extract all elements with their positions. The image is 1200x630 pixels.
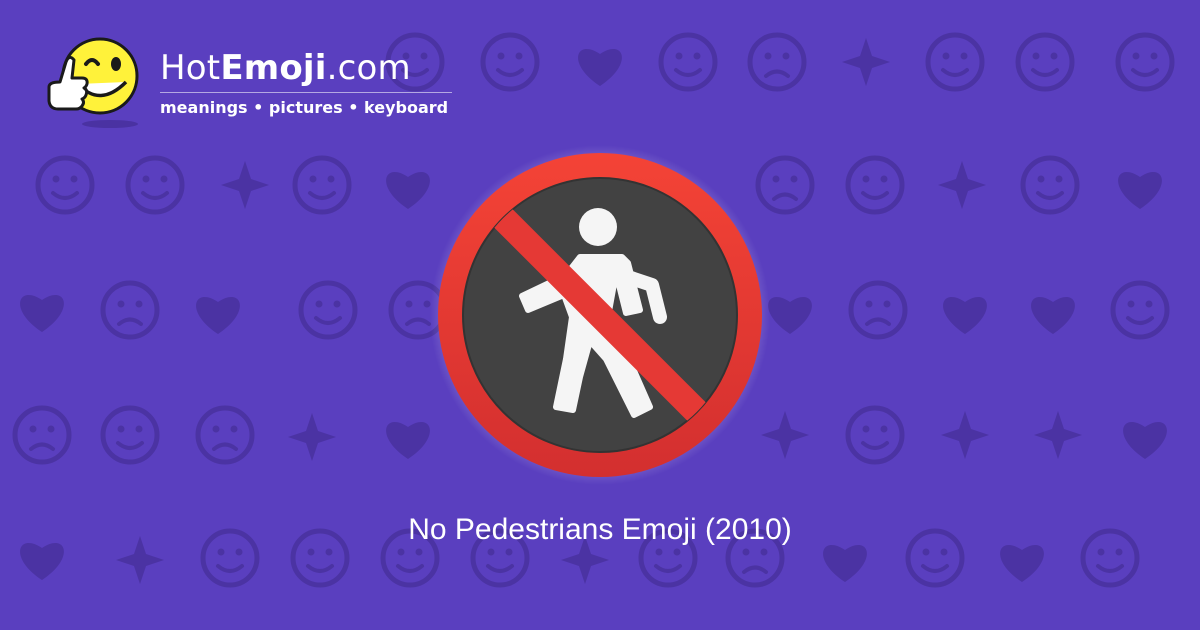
pattern-smiley-icon [1118, 35, 1172, 89]
pattern-heart-icon [578, 49, 622, 86]
pattern-sad-face-icon [750, 35, 804, 89]
pattern-heart-icon [1031, 297, 1075, 334]
pattern-sad-face-icon [851, 283, 905, 337]
pattern-smiley-icon [1113, 283, 1167, 337]
pattern-sparkle-icon [288, 413, 336, 461]
pattern-smiley-icon [295, 158, 349, 212]
brand-divider [160, 92, 452, 93]
site-name-regular: Hot [160, 48, 221, 88]
pattern-smiley-icon [1018, 35, 1072, 89]
site-name-bold: Emoji [220, 48, 327, 88]
site-tagline: meanings • pictures • keyboard [160, 98, 449, 117]
site-name-tld: .com [326, 48, 411, 88]
winking-thumbs-up-smiley-icon [47, 37, 139, 128]
pattern-sad-face-icon [15, 408, 69, 462]
pattern-heart-icon [20, 295, 64, 332]
pattern-heart-icon [1118, 172, 1162, 209]
pattern-smiley-icon [928, 35, 982, 89]
pattern-smiley-icon [103, 408, 157, 462]
emoji-title: No Pedestrians Emoji (2010) [408, 513, 792, 546]
pattern-sparkle-icon [938, 161, 986, 209]
pattern-sad-face-icon [103, 283, 157, 337]
pattern-sparkle-icon [1034, 411, 1082, 459]
pattern-sparkle-icon [221, 161, 269, 209]
pattern-smiley-icon [661, 35, 715, 89]
pattern-smiley-icon [301, 283, 355, 337]
site-branding[interactable]: HotEmoji.com meanings • pictures • keybo… [38, 34, 478, 134]
pattern-heart-icon [823, 545, 867, 582]
pattern-smiley-icon [848, 158, 902, 212]
pattern-heart-icon [196, 297, 240, 334]
pattern-smiley-icon [38, 158, 92, 212]
pattern-heart-icon [943, 297, 987, 334]
pattern-smiley-icon [128, 158, 182, 212]
pattern-heart-icon [386, 172, 430, 209]
pattern-heart-icon [1000, 545, 1044, 582]
pattern-heart-icon [1123, 422, 1167, 459]
pattern-smiley-icon [848, 408, 902, 462]
pattern-sparkle-icon [941, 411, 989, 459]
no-pedestrians-icon [430, 145, 770, 485]
pattern-heart-icon [768, 297, 812, 334]
pattern-sad-face-icon [198, 408, 252, 462]
pattern-smiley-icon [483, 35, 537, 89]
pattern-smiley-icon [1023, 158, 1077, 212]
pattern-sparkle-icon [842, 38, 890, 86]
site-name[interactable]: HotEmoji.com [160, 48, 411, 88]
pattern-heart-icon [386, 422, 430, 459]
